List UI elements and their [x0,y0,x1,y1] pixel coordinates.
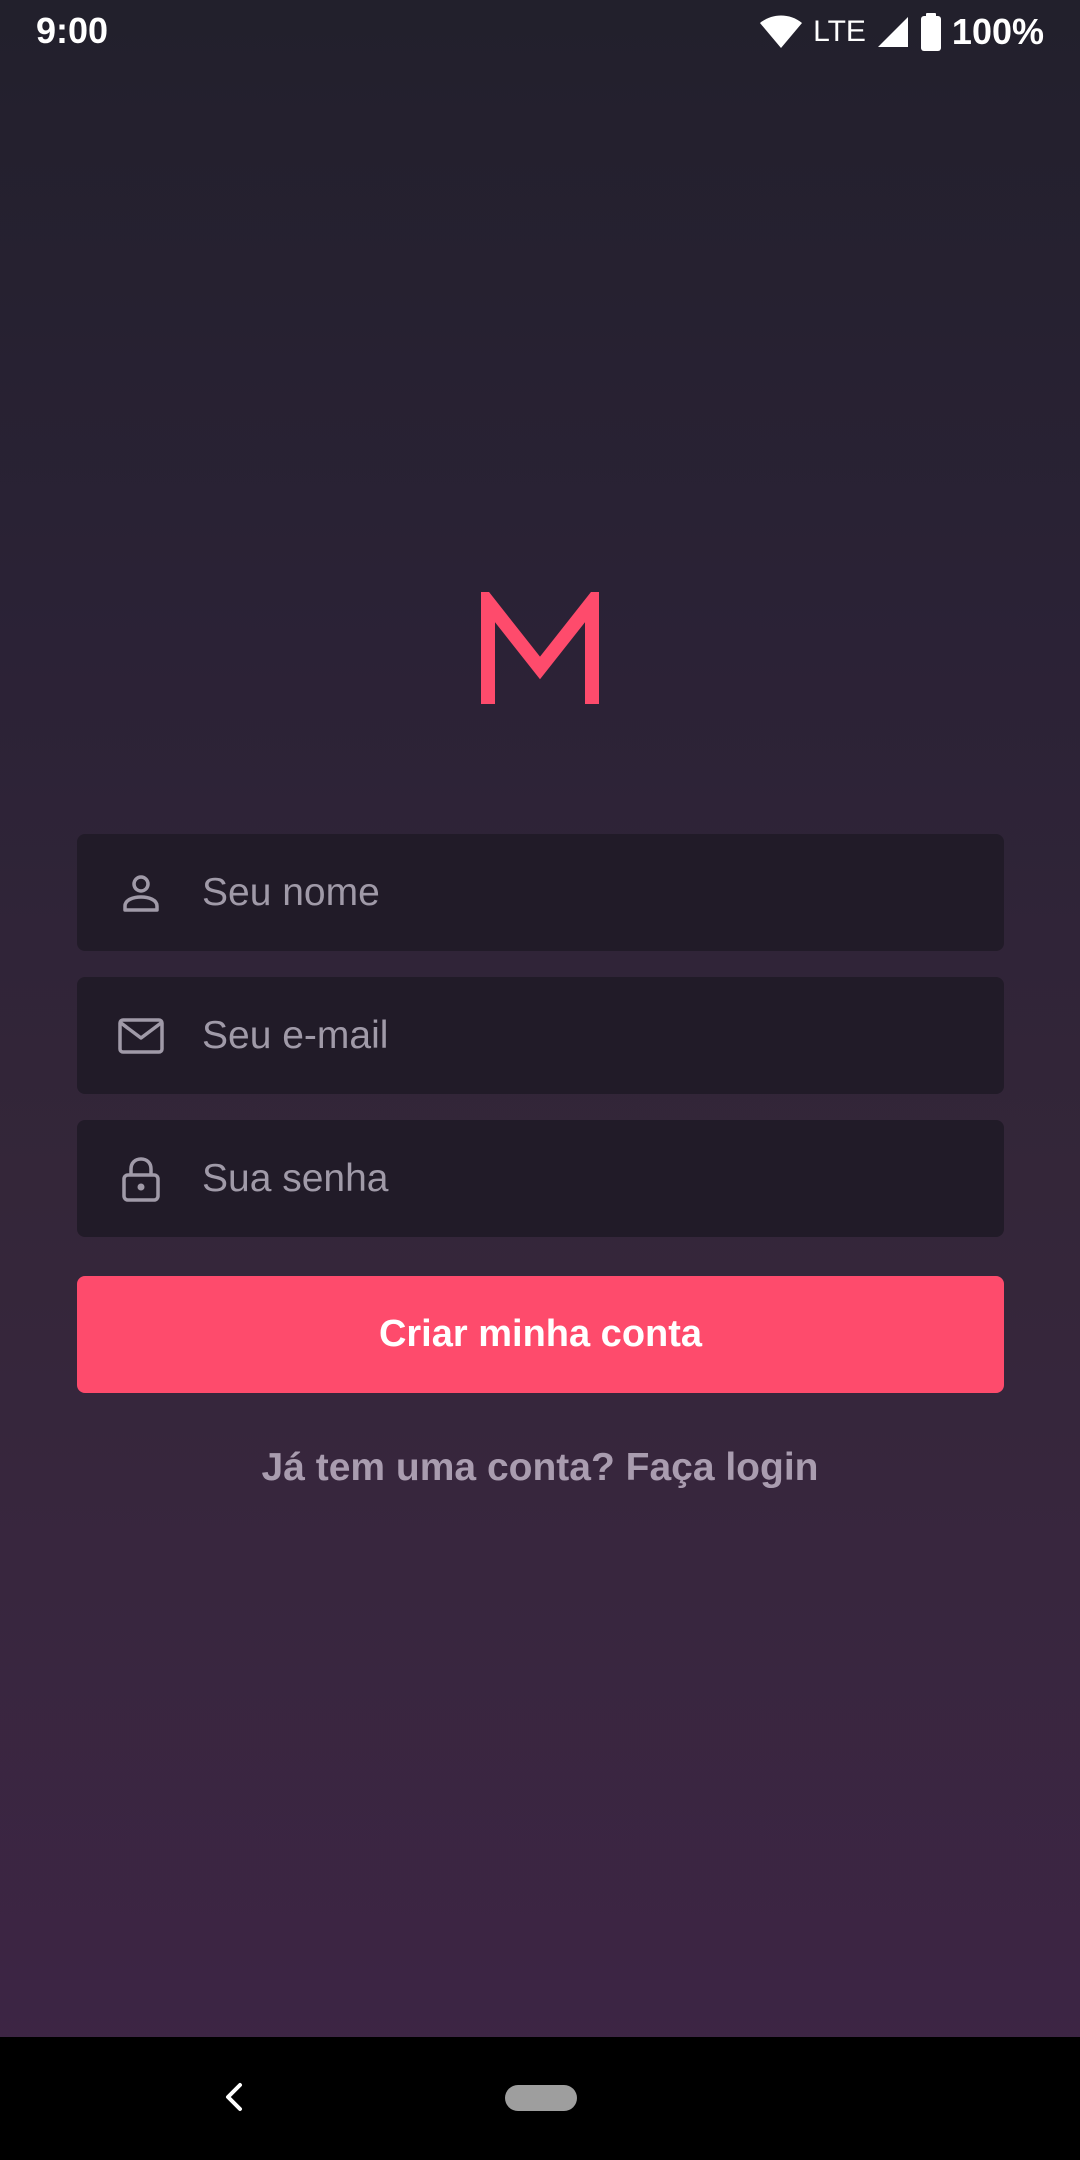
signup-screen: 9:00 LTE 100% Seu nome Seu e-mail Criar … [0,0,1080,2160]
create-account-button[interactable]: Criar minha conta [77,1276,1004,1393]
app-logo [480,592,600,712]
signal-icon [876,15,910,49]
password-input[interactable] [202,1120,962,1237]
battery-icon [920,13,942,51]
navigation-bar [0,2037,1080,2160]
person-icon [117,869,165,917]
status-indicators: LTE 100% [759,10,1044,54]
email-input[interactable] [202,977,962,1094]
mail-icon [117,1012,165,1060]
home-pill[interactable] [505,2085,577,2111]
name-field[interactable] [77,834,1004,951]
status-time: 9:00 [36,10,109,51]
battery-percentage: 100% [951,11,1044,52]
login-link[interactable]: Já tem uma conta? Faça login [0,1446,1080,1490]
lock-icon [117,1155,165,1203]
status-bar: 9:00 LTE 100% [0,0,1080,64]
wifi-icon [759,14,803,50]
password-field[interactable] [77,1120,1004,1237]
name-input[interactable] [202,834,962,951]
email-field[interactable] [77,977,1004,1094]
back-icon[interactable] [212,2075,256,2119]
network-type: LTE [813,15,866,48]
